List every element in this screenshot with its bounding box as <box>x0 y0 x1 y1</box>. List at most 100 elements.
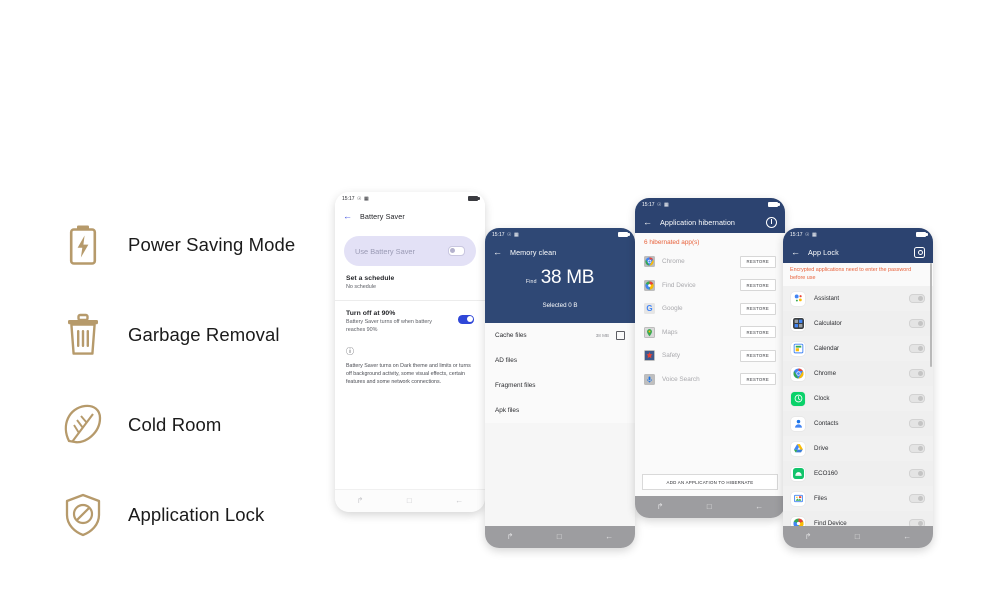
list-item[interactable]: Voice Search RESTORE <box>635 368 785 392</box>
alarm-icon: ☉ <box>657 201 662 208</box>
find-device-icon <box>791 516 805 526</box>
battery-full-icon <box>768 202 780 207</box>
back-nav-icon[interactable]: ← <box>755 503 763 511</box>
app-lock-toggle[interactable] <box>909 443 925 454</box>
list-item[interactable]: Calendar <box>783 336 933 362</box>
find-label: Find <box>525 279 537 285</box>
file-type-name: Fragment files <box>495 382 536 389</box>
home-icon[interactable]: □ <box>557 533 562 541</box>
app-lock-toggle[interactable] <box>909 493 925 504</box>
home-icon[interactable]: □ <box>407 497 412 505</box>
app-lock-toggle[interactable] <box>909 393 925 404</box>
nav-bar: ↱ □ ← <box>335 489 485 512</box>
alarm-icon: ☉ <box>507 231 512 238</box>
restore-button[interactable]: RESTORE <box>739 302 776 315</box>
recents-icon[interactable]: ↱ <box>357 497 364 505</box>
list-item[interactable]: Safety RESTORE <box>635 344 785 368</box>
app-lock-toggle[interactable] <box>909 418 925 429</box>
list-item[interactable]: Fragment files <box>485 373 635 398</box>
back-icon[interactable]: ← <box>643 217 652 227</box>
back-icon[interactable]: ← <box>791 247 800 257</box>
recents-icon[interactable]: ↱ <box>805 533 812 541</box>
restore-button[interactable]: RESTORE <box>739 373 776 386</box>
back-icon[interactable]: ← <box>343 211 352 221</box>
list-item[interactable]: Find Device RESTORE <box>635 274 785 298</box>
app-lock-toggle[interactable] <box>909 518 925 526</box>
feature-label: Cold Room <box>128 414 222 435</box>
recents-icon[interactable]: ↱ <box>507 533 514 541</box>
use-battery-saver-card[interactable]: Use Battery Saver <box>344 236 476 266</box>
alarm-icon: ☉ <box>357 195 362 202</box>
restore-button[interactable]: RESTORE <box>739 255 776 268</box>
list-item[interactable]: Files <box>783 486 933 512</box>
restore-button[interactable]: RESTORE <box>739 279 776 292</box>
turn-off-at-90-toggle[interactable] <box>458 315 474 324</box>
list-item[interactable]: Cache files 38 MB <box>485 323 635 348</box>
battery-full-icon <box>916 232 928 237</box>
list-item[interactable]: Chrome <box>783 361 933 387</box>
use-battery-saver-toggle[interactable] <box>448 246 465 256</box>
home-icon[interactable]: □ <box>707 503 712 511</box>
app-bar: ← Memory clean <box>485 241 635 263</box>
row-turn-off-at-90[interactable]: Turn off at 90% Battery Saver turns off … <box>335 300 485 335</box>
phone-battery-saver: 15:17 ☉ ▦ ← Battery Saver Use Battery Sa… <box>335 192 485 512</box>
app-name: Chrome <box>662 258 685 266</box>
app-name: Voice Search <box>662 375 700 383</box>
app-lock-toggle[interactable] <box>909 468 925 479</box>
gear-icon[interactable] <box>914 246 925 258</box>
info-circle-icon[interactable] <box>766 216 777 228</box>
notification-icon: ▦ <box>514 231 519 238</box>
back-nav-icon[interactable]: ← <box>605 533 613 541</box>
restore-button[interactable]: RESTORE <box>739 326 776 339</box>
add-application-to-hibernate-button[interactable]: ADD AN APPLICATION TO HIBERNATE <box>642 474 778 490</box>
list-item[interactable]: ECO160 <box>783 461 933 487</box>
app-lock-toggle[interactable] <box>909 318 925 329</box>
battery-full-icon <box>468 196 480 201</box>
list-item[interactable]: Clock <box>783 386 933 412</box>
app-lock-toggle[interactable] <box>909 293 925 304</box>
alarm-icon: ☉ <box>805 231 810 238</box>
hibernation-content: 6 hibernated app(s) Chrome RESTORE Find … <box>635 233 785 496</box>
list-item[interactable]: Contacts <box>783 411 933 437</box>
list-item[interactable]: Chrome RESTORE <box>635 250 785 274</box>
feature-application-lock[interactable]: Application Lock <box>60 470 360 560</box>
back-icon[interactable]: ← <box>493 247 502 257</box>
feature-power-saving-mode[interactable]: Power Saving Mode <box>60 200 360 290</box>
app-name: Drive <box>814 445 829 453</box>
home-icon[interactable]: □ <box>855 533 860 541</box>
app-lock-toggle[interactable] <box>909 368 925 379</box>
phone-app-lock: 15:17 ☉ ▦ ← App Lock Encrypted applicati… <box>783 228 933 548</box>
back-nav-icon[interactable]: ← <box>455 497 463 505</box>
app-name: Files <box>814 495 828 503</box>
files-icon <box>791 491 805 506</box>
list-item[interactable]: G Google RESTORE <box>635 297 785 321</box>
app-lock-toggle[interactable] <box>909 343 925 354</box>
list-item[interactable]: Maps RESTORE <box>635 321 785 345</box>
feature-label: Power Saving Mode <box>128 234 296 255</box>
list-item[interactable]: AD files <box>485 348 635 373</box>
page-title: App Lock <box>808 247 839 257</box>
back-nav-icon[interactable]: ← <box>903 533 911 541</box>
list-item[interactable]: Apk files <box>485 398 635 423</box>
feature-list: Power Saving Mode Garbage Removal Cold R… <box>60 200 360 560</box>
battery-bolt-icon <box>60 220 106 270</box>
calculator-icon <box>791 316 805 331</box>
feature-label: Garbage Removal <box>128 324 280 345</box>
list-item[interactable]: Find Device <box>783 511 933 526</box>
feature-garbage-removal[interactable]: Garbage Removal <box>60 290 360 380</box>
list-item[interactable]: Drive <box>783 436 933 462</box>
feature-cold-room[interactable]: Cold Room <box>60 380 360 470</box>
restore-button[interactable]: RESTORE <box>739 349 776 362</box>
recents-icon[interactable]: ↱ <box>657 503 664 511</box>
app-bar: ← Battery Saver <box>335 205 485 227</box>
app-name: Maps <box>662 328 678 336</box>
app-name: Google <box>662 305 683 313</box>
notification-icon: ▦ <box>812 231 817 238</box>
status-time: 15:17 <box>790 231 803 238</box>
list-item[interactable]: Assistant <box>783 286 933 312</box>
row-set-a-schedule[interactable]: Set a schedule No schedule <box>335 266 485 292</box>
file-checkbox[interactable] <box>616 331 625 340</box>
scrollbar[interactable] <box>929 263 932 367</box>
memory-clean-content: Find 38 MB Selected 0 B Cache files 38 M… <box>485 263 635 526</box>
list-item[interactable]: Calculator <box>783 311 933 337</box>
